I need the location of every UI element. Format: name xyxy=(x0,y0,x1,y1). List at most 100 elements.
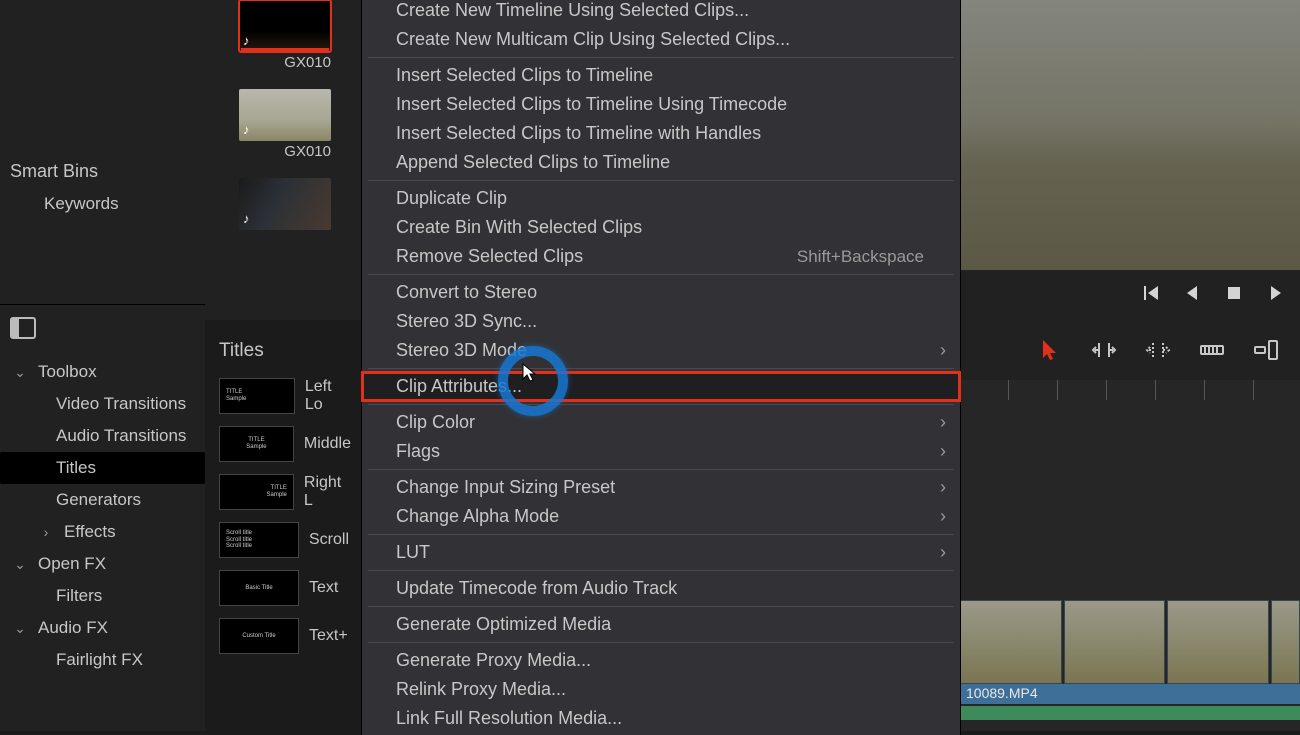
ctx-item-label: Generate Optimized Media xyxy=(396,612,611,637)
title-item-2[interactable]: TITLESampleRight L xyxy=(205,468,365,516)
go-to-start-button[interactable] xyxy=(1140,283,1160,308)
timeline-audio-track[interactable] xyxy=(960,706,1300,720)
timeline-video-track[interactable] xyxy=(960,600,1300,684)
ctx-insert-selected-clips-to-timeline[interactable]: Insert Selected Clips to Timeline xyxy=(362,61,960,90)
audio-icon: ♪ xyxy=(243,211,250,226)
ctx-create-new-timeline-using-selected-clips[interactable]: Create New Timeline Using Selected Clips… xyxy=(362,0,960,25)
titles-panel: Titles TITLESampleLeft LoTITLESampleMidd… xyxy=(205,320,365,731)
smart-bins-header: Smart Bins xyxy=(0,155,205,186)
clip-thumbnail: ♪ xyxy=(239,178,331,230)
ctx-separator xyxy=(368,180,954,181)
preview-viewer[interactable] xyxy=(960,0,1300,270)
chevron-down-icon: ⌄ xyxy=(10,364,30,381)
title-item-5[interactable]: Custom TitleText+ xyxy=(205,612,365,660)
play-button[interactable] xyxy=(1266,283,1286,308)
timeline-ruler[interactable] xyxy=(960,380,1300,400)
title-item-3[interactable]: Scroll titleScroll titleScroll title Scro… xyxy=(205,516,365,564)
clip-item-2[interactable]: ♪ xyxy=(239,178,331,230)
tree-generators[interactable]: Generators xyxy=(0,484,205,516)
stop-button[interactable] xyxy=(1224,283,1244,308)
title-name: Left Lo xyxy=(305,378,351,414)
dynamic-trim-tool[interactable] xyxy=(1144,336,1172,364)
ctx-insert-selected-clips-to-timeline-with-handles[interactable]: Insert Selected Clips to Timeline with H… xyxy=(362,119,960,148)
tree-audiofx[interactable]: ⌄ Audio FX xyxy=(0,612,205,644)
effects-tree: ⌄ Toolbox Video Transitions Audio Transi… xyxy=(0,350,205,731)
chevron-down-icon: ⌄ xyxy=(10,556,30,573)
title-name: Text+ xyxy=(309,627,348,645)
ctx-clip-attributes[interactable]: Clip Attributes... xyxy=(362,372,960,401)
tree-filters[interactable]: Filters xyxy=(0,580,205,612)
ctx-item-label: Create New Multicam Clip Using Selected … xyxy=(396,27,790,52)
ctx-remove-selected-clips[interactable]: Remove Selected ClipsShift+Backspace xyxy=(362,242,960,271)
tree-openfx[interactable]: ⌄ Open FX xyxy=(0,548,205,580)
transport-controls xyxy=(960,270,1300,320)
title-swatch: TITLESample xyxy=(219,378,295,414)
title-item-4[interactable]: Basic TitleText xyxy=(205,564,365,612)
ctx-item-label: Flags xyxy=(396,439,440,464)
ctx-relink-proxy-media[interactable]: Relink Proxy Media... xyxy=(362,675,960,704)
clip-item-1[interactable]: ♪ GX010 xyxy=(239,89,331,170)
ctx-item-label: Append Selected Clips to Timeline xyxy=(396,150,670,175)
ctx-generate-optimized-media[interactable]: Generate Optimized Media xyxy=(362,610,960,639)
ctx-generate-proxy-media[interactable]: Generate Proxy Media... xyxy=(362,646,960,675)
smart-bins-keywords[interactable]: Keywords xyxy=(0,186,205,222)
title-item-1[interactable]: TITLESampleMiddle xyxy=(205,420,365,468)
tree-audio-transitions[interactable]: Audio Transitions xyxy=(0,420,205,452)
ctx-separator xyxy=(368,57,954,58)
ctx-create-new-multicam-clip-using-selected-clips[interactable]: Create New Multicam Clip Using Selected … xyxy=(362,25,960,54)
ctx-separator xyxy=(368,404,954,405)
ctx-item-label: Remove Selected Clips xyxy=(396,244,583,269)
timeline[interactable]: 10089.MP4 xyxy=(960,380,1300,731)
ctx-change-alpha-mode[interactable]: Change Alpha Mode xyxy=(362,502,960,531)
ctx-create-bin-with-selected-clips[interactable]: Create Bin With Selected Clips xyxy=(362,213,960,242)
title-swatch: TITLESample xyxy=(219,426,294,462)
ctx-item-label: Insert Selected Clips to Timeline Using … xyxy=(396,92,787,117)
ctx-convert-to-stereo[interactable]: Convert to Stereo xyxy=(362,278,960,307)
ctx-separator xyxy=(368,274,954,275)
timeline-toolbar xyxy=(960,320,1300,380)
tree-video-transitions[interactable]: Video Transitions xyxy=(0,388,205,420)
ctx-item-label: Create Bin With Selected Clips xyxy=(396,215,642,240)
tree-effects[interactable]: › Effects xyxy=(0,516,205,548)
title-item-0[interactable]: TITLESample Left Lo xyxy=(205,372,365,420)
trim-tool[interactable] xyxy=(1090,336,1118,364)
ctx-insert-selected-clips-to-timeline-using-timecode[interactable]: Insert Selected Clips to Timeline Using … xyxy=(362,90,960,119)
blade-tool[interactable] xyxy=(1198,336,1226,364)
ctx-change-input-sizing-preset[interactable]: Change Input Sizing Preset xyxy=(362,473,960,502)
ctx-append-selected-clips-to-timeline[interactable]: Append Selected Clips to Timeline xyxy=(362,148,960,177)
title-name: Scroll xyxy=(309,531,349,549)
ctx-clip-color[interactable]: Clip Color xyxy=(362,408,960,437)
ctx-separator xyxy=(368,642,954,643)
ctx-stereo-3d-mode[interactable]: Stereo 3D Mode xyxy=(362,336,960,365)
clip-label: GX010 xyxy=(239,141,331,170)
ctx-item-label: Clip Color xyxy=(396,410,475,435)
tree-toolbox[interactable]: ⌄ Toolbox xyxy=(0,356,205,388)
ctx-separator xyxy=(368,469,954,470)
ctx-item-label: Stereo 3D Mode xyxy=(396,338,527,363)
timeline-clip[interactable] xyxy=(1271,600,1300,684)
ctx-separator xyxy=(368,368,954,369)
clip-thumbnail: ♪ xyxy=(239,89,331,141)
selection-tool[interactable] xyxy=(1036,336,1064,364)
tree-titles[interactable]: Titles xyxy=(0,452,205,484)
ctx-duplicate-clip[interactable]: Duplicate Clip xyxy=(362,184,960,213)
timeline-clip[interactable] xyxy=(1167,600,1269,684)
ctx-lut[interactable]: LUT xyxy=(362,538,960,567)
panel-layout-toggle[interactable] xyxy=(0,304,205,350)
clip-item-0[interactable]: ♪ GX010 xyxy=(239,0,331,81)
ctx-link-full-resolution-media[interactable]: Link Full Resolution Media... xyxy=(362,704,960,733)
tree-fairlight[interactable]: Fairlight FX xyxy=(0,644,205,676)
step-back-button[interactable] xyxy=(1182,283,1202,308)
ctx-flags[interactable]: Flags xyxy=(362,437,960,466)
insert-tool[interactable] xyxy=(1252,336,1280,364)
ctx-item-label: Stereo 3D Sync... xyxy=(396,309,537,334)
title-swatch: Basic Title xyxy=(219,570,299,606)
ctx-separator xyxy=(368,606,954,607)
ctx-update-timecode-from-audio-track[interactable]: Update Timecode from Audio Track xyxy=(362,574,960,603)
timeline-clip[interactable] xyxy=(1064,600,1166,684)
ctx-item-label: Convert to Stereo xyxy=(396,280,537,305)
ctx-stereo-3d-sync[interactable]: Stereo 3D Sync... xyxy=(362,307,960,336)
title-swatch: Scroll titleScroll titleScroll title xyxy=(219,522,299,558)
ctx-separator xyxy=(368,534,954,535)
timeline-clip[interactable] xyxy=(960,600,1062,684)
